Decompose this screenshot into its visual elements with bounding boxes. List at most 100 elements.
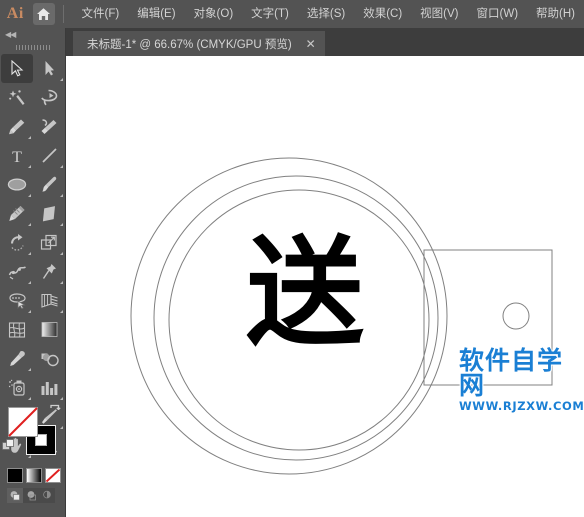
eyedropper-icon bbox=[9, 350, 25, 366]
none-slash-icon bbox=[46, 469, 60, 482]
menu-item-type[interactable]: 文字(T) bbox=[242, 0, 298, 28]
color-controls bbox=[0, 403, 66, 503]
menu-item-edit[interactable]: 编辑(E) bbox=[128, 0, 184, 28]
pen-icon bbox=[9, 119, 25, 135]
draw-normal-icon bbox=[10, 491, 20, 501]
document-tab[interactable]: 未标题-1* @ 66.67% (CMYK/GPU 预览) ✕ bbox=[73, 31, 325, 56]
line-icon bbox=[41, 148, 57, 163]
perspective-grid-tool[interactable] bbox=[33, 286, 65, 315]
tool-more-indicator bbox=[60, 252, 63, 255]
paintbrush-icon bbox=[41, 176, 56, 192]
draw-inside-mode[interactable] bbox=[39, 488, 55, 503]
fill-swatch[interactable] bbox=[8, 407, 38, 437]
pen-tool[interactable] bbox=[1, 112, 33, 141]
rotate-icon bbox=[11, 234, 24, 251]
swap-arrows-icon[interactable] bbox=[48, 404, 62, 417]
scale-icon bbox=[40, 234, 57, 250]
tool-more-indicator bbox=[28, 194, 31, 197]
shape-builder-tool[interactable] bbox=[1, 286, 33, 315]
blend-tool[interactable] bbox=[33, 344, 65, 373]
eraser-icon bbox=[42, 205, 55, 221]
column-graph-tool[interactable] bbox=[33, 373, 65, 402]
menu-item-object[interactable]: 对象(O) bbox=[185, 0, 243, 28]
magic-wand-tool[interactable] bbox=[1, 83, 33, 112]
gradient-swatch[interactable] bbox=[26, 468, 42, 483]
artwork-character: 送 bbox=[246, 224, 364, 362]
panel-drag-handle[interactable] bbox=[0, 41, 65, 54]
line-segment-tool[interactable] bbox=[33, 141, 65, 170]
draw-behind-mode[interactable] bbox=[23, 488, 39, 503]
eyedropper-tool[interactable] bbox=[1, 344, 33, 373]
menu-bar: Ai 文件(F) 编辑(E) 对象(O) 文字(T) 选择(S) 效果(C) 视… bbox=[0, 0, 584, 28]
mesh-icon bbox=[8, 321, 26, 338]
app-logo: Ai bbox=[6, 5, 24, 22]
tools-panel: ◀◀ T bbox=[0, 28, 66, 517]
paintbrush-tool[interactable] bbox=[33, 170, 65, 199]
symbol-sprayer-tool[interactable] bbox=[1, 373, 33, 402]
small-circle bbox=[502, 302, 530, 330]
tool-more-indicator bbox=[28, 136, 31, 139]
curvature-tool[interactable] bbox=[33, 112, 65, 141]
type-tool[interactable]: T bbox=[1, 141, 33, 170]
mesh-tool[interactable] bbox=[1, 315, 33, 344]
illustrator-window: Ai 文件(F) 编辑(E) 对象(O) 文字(T) 选择(S) 效果(C) 视… bbox=[0, 0, 584, 517]
document-tab-label: 未标题-1* @ 66.67% (CMYK/GPU 预览) bbox=[87, 38, 292, 51]
none-swatch[interactable] bbox=[45, 468, 61, 483]
menu-item-view[interactable]: 视图(V) bbox=[411, 0, 467, 28]
menu-item-window[interactable]: 窗口(W) bbox=[468, 0, 528, 28]
close-icon[interactable]: ✕ bbox=[306, 38, 316, 50]
document-canvas[interactable]: 送 软件自学网 WWW.RJZXW.COM bbox=[66, 56, 584, 517]
menu-item-effect[interactable]: 效果(C) bbox=[354, 0, 411, 28]
menu-item-file[interactable]: 文件(F) bbox=[73, 0, 129, 28]
width-tool[interactable] bbox=[1, 257, 33, 286]
tool-more-indicator bbox=[60, 165, 63, 168]
tool-more-indicator bbox=[60, 78, 63, 81]
menu-item-select[interactable]: 选择(S) bbox=[298, 0, 354, 28]
magic-wand-icon bbox=[9, 90, 25, 105]
bar-graph-icon bbox=[41, 381, 58, 395]
perspective-grid-icon bbox=[40, 293, 58, 308]
shape-builder-icon bbox=[8, 292, 26, 309]
tool-more-indicator bbox=[28, 281, 31, 284]
home-icon bbox=[37, 8, 51, 20]
shaper-tool[interactable] bbox=[1, 199, 33, 228]
tool-more-indicator bbox=[60, 281, 63, 284]
direct-selection-tool[interactable] bbox=[33, 54, 65, 83]
pushpin-icon bbox=[42, 264, 56, 279]
collapse-panel-button[interactable]: ◀◀ bbox=[0, 28, 65, 41]
draw-behind-icon bbox=[27, 491, 36, 501]
tool-more-indicator bbox=[28, 223, 31, 226]
quick-swatch-row bbox=[0, 465, 66, 483]
lasso-tool[interactable] bbox=[33, 83, 65, 112]
tool-more-indicator bbox=[28, 252, 31, 255]
tool-more-indicator bbox=[28, 310, 31, 313]
eraser-tool[interactable] bbox=[33, 199, 65, 228]
color-swatch[interactable] bbox=[7, 468, 23, 483]
default-fill-stroke-icon[interactable] bbox=[2, 439, 15, 452]
tool-more-indicator bbox=[28, 368, 31, 371]
selection-tool[interactable] bbox=[1, 54, 33, 83]
shaper-pencil-icon bbox=[9, 206, 25, 221]
curvature-icon bbox=[41, 119, 57, 134]
free-transform-tool[interactable] bbox=[33, 257, 65, 286]
none-slash-icon bbox=[8, 407, 38, 437]
gradient-icon bbox=[41, 322, 57, 337]
menu-divider bbox=[62, 5, 64, 23]
symbol-sprayer-icon bbox=[8, 379, 25, 396]
blend-icon bbox=[41, 353, 59, 366]
gradient-tool[interactable] bbox=[33, 315, 65, 344]
tool-grid: T bbox=[0, 54, 65, 460]
menu-item-help[interactable]: 帮助(H) bbox=[527, 0, 584, 28]
scale-tool[interactable] bbox=[33, 228, 65, 257]
draw-normal-mode[interactable] bbox=[7, 488, 23, 503]
width-warp-icon bbox=[8, 265, 26, 279]
home-button[interactable] bbox=[32, 3, 55, 25]
tool-more-indicator bbox=[60, 397, 63, 400]
ellipse-tool[interactable] bbox=[1, 170, 33, 199]
ellipse-icon bbox=[7, 178, 27, 191]
rotate-tool[interactable] bbox=[1, 228, 33, 257]
rectangle-shape bbox=[423, 249, 553, 386]
draw-mode-row bbox=[7, 488, 66, 503]
type-t-icon: T bbox=[12, 149, 22, 164]
artwork-vector-layer: 送 bbox=[130, 157, 553, 475]
